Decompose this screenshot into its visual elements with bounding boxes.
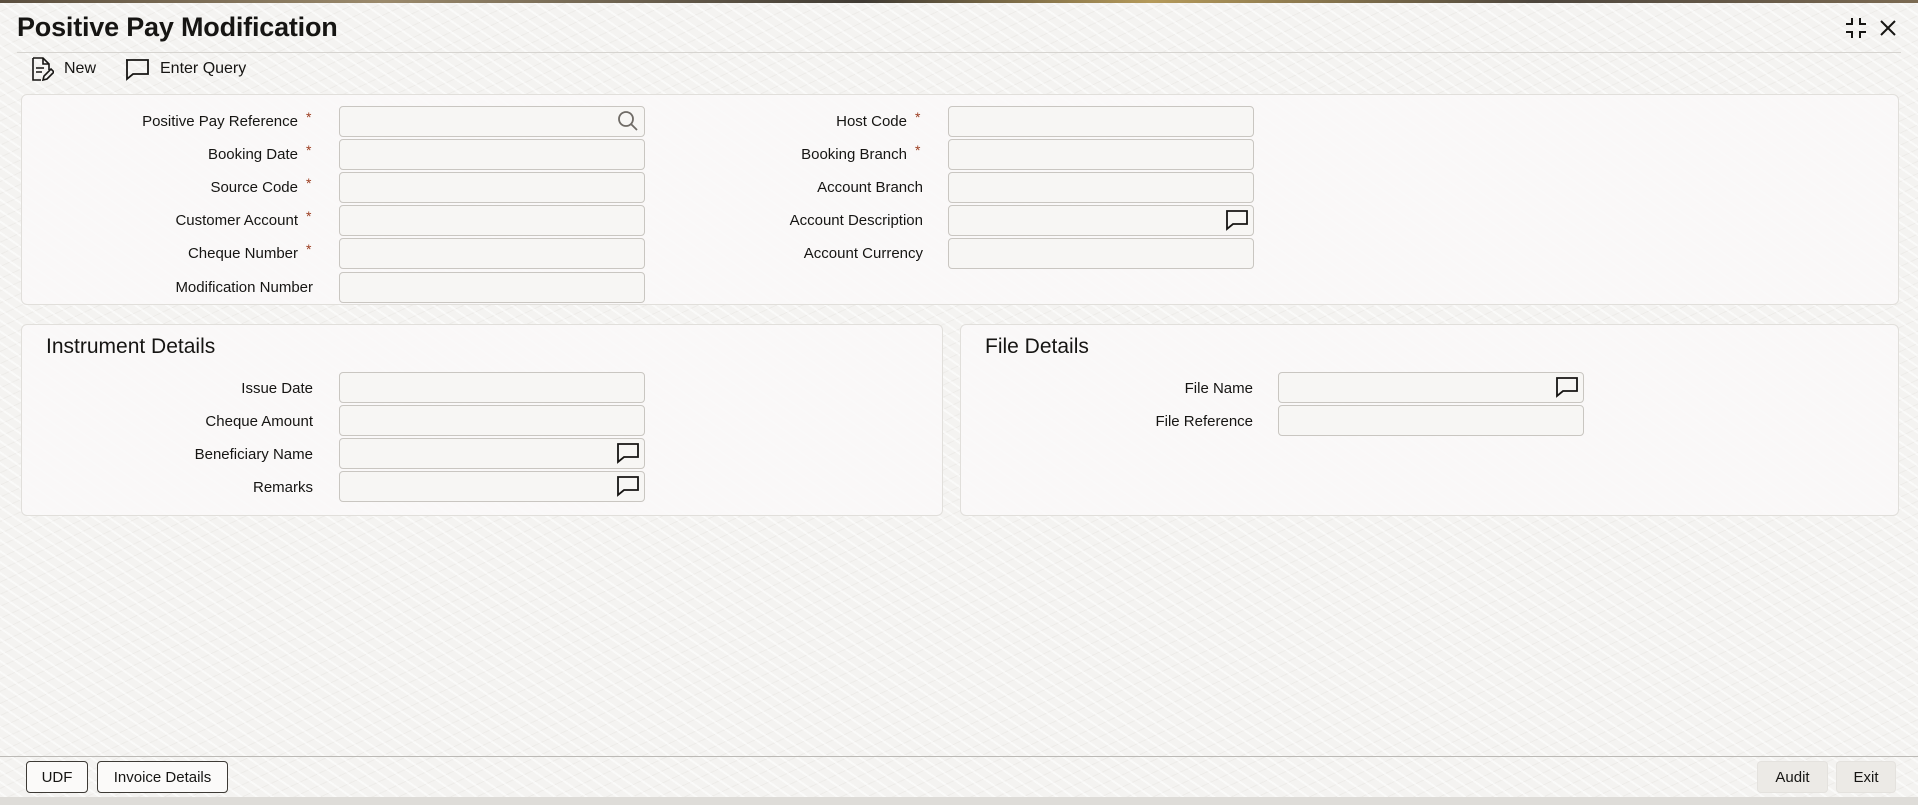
customer-account-label: Customer Account: [175, 212, 298, 229]
chat-lookup-icon[interactable]: [615, 440, 641, 466]
customer-account-field[interactable]: [339, 205, 645, 236]
instrument-details-title: Instrument Details: [46, 335, 216, 358]
title-divider: [17, 52, 1901, 53]
search-icon[interactable]: [615, 108, 641, 134]
booking-branch-label: Booking Branch: [801, 146, 907, 163]
issue-date-label: Issue Date: [241, 380, 313, 397]
file-details-title: File Details: [985, 335, 1089, 358]
chat-lookup-icon[interactable]: [1554, 374, 1580, 400]
page-title: Positive Pay Modification: [17, 12, 338, 42]
maximize-icon[interactable]: [1842, 14, 1870, 42]
account-currency-label: Account Currency: [803, 245, 923, 262]
beneficiary-name-label: Beneficiary Name: [194, 446, 313, 463]
footer-bottom-bar: [0, 797, 1918, 805]
cheque-number-label: Cheque Number: [187, 245, 298, 262]
account-description-field[interactable]: [948, 205, 1254, 236]
required-asterisk: *: [306, 208, 312, 224]
host-code-label: Host Code: [836, 113, 907, 130]
booking-date-label: Booking Date: [207, 146, 298, 163]
enter-query-button[interactable]: Enter Query: [124, 54, 246, 84]
modification-number-label: Modification Number: [175, 279, 313, 296]
chat-lookup-icon[interactable]: [615, 473, 641, 499]
required-asterisk: *: [306, 175, 312, 191]
account-branch-field[interactable]: [948, 172, 1254, 203]
close-icon[interactable]: [1874, 14, 1902, 42]
footer-divider: [0, 756, 1918, 757]
cheque-amount-field[interactable]: [339, 405, 645, 436]
account-branch-label: Account Branch: [817, 179, 923, 196]
booking-date-field[interactable]: [339, 139, 645, 170]
host-code-field[interactable]: [948, 106, 1254, 137]
enter-query-label: Enter Query: [160, 60, 247, 77]
new-document-icon: [28, 56, 54, 82]
top-decorative-strip: [0, 0, 1918, 3]
account-currency-field[interactable]: [948, 238, 1254, 269]
required-asterisk: *: [306, 241, 312, 257]
udf-button[interactable]: UDF: [26, 761, 88, 793]
remarks-field[interactable]: [339, 471, 645, 502]
beneficiary-name-field[interactable]: [339, 438, 645, 469]
file-reference-field[interactable]: [1278, 405, 1584, 436]
issue-date-field[interactable]: [339, 372, 645, 403]
chat-lookup-icon[interactable]: [1224, 207, 1250, 233]
required-asterisk: *: [306, 109, 312, 125]
cheque-number-field[interactable]: [339, 238, 645, 269]
file-reference-label: File Reference: [1155, 413, 1253, 430]
modification-number-field[interactable]: [339, 272, 645, 303]
exit-button[interactable]: Exit: [1836, 761, 1896, 793]
remarks-label: Remarks: [252, 479, 313, 496]
positive-pay-reference-label: Positive Pay Reference: [142, 113, 298, 130]
new-button[interactable]: New: [28, 54, 96, 84]
file-name-label: File Name: [1184, 380, 1253, 397]
required-asterisk: *: [915, 109, 921, 125]
audit-button[interactable]: Audit: [1757, 761, 1828, 793]
file-name-field[interactable]: [1278, 372, 1584, 403]
source-code-label: Source Code: [210, 179, 298, 196]
new-button-label: New: [64, 60, 97, 77]
positive-pay-reference-field[interactable]: [339, 106, 645, 137]
account-description-label: Account Description: [789, 212, 923, 229]
required-asterisk: *: [915, 142, 921, 158]
invoice-details-button[interactable]: Invoice Details: [97, 761, 228, 793]
booking-branch-field[interactable]: [948, 139, 1254, 170]
required-asterisk: *: [306, 142, 312, 158]
cheque-amount-label: Cheque Amount: [205, 413, 313, 430]
query-chat-icon: [124, 57, 150, 81]
source-code-field[interactable]: [339, 172, 645, 203]
